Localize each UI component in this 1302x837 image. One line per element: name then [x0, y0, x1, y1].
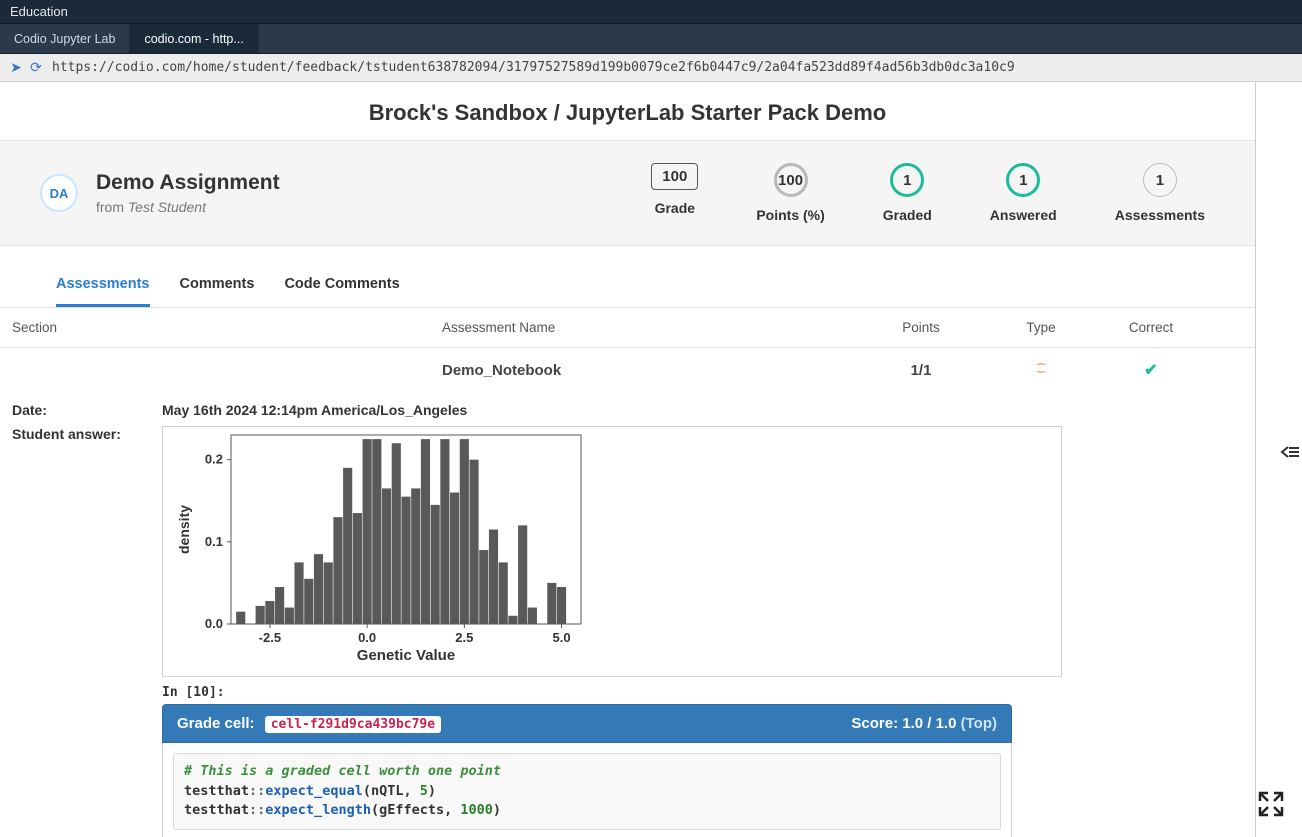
window-title-bar: Education	[0, 0, 1302, 24]
address-bar: ➤ ⟳ https://codio.com/home/student/feedb…	[0, 54, 1302, 82]
assessment-name: Demo_Notebook	[442, 362, 861, 379]
tab-code-comments[interactable]: Code Comments	[284, 276, 399, 307]
assessment-type	[981, 360, 1101, 380]
col-name: Assessment Name	[442, 320, 861, 335]
svg-text:0.2: 0.2	[205, 452, 223, 467]
table-header: Section Assessment Name Points Type Corr…	[0, 308, 1255, 348]
svg-text:2.5: 2.5	[455, 630, 473, 645]
density-histogram: 0.0 0.1 0.2 -2.5 0.0 2.5 5.0 density Genetic Val…	[173, 431, 593, 666]
svg-text:density: density	[176, 505, 192, 554]
browser-tab-bar: Codio Jupyter Lab codio.com - http...	[0, 24, 1302, 54]
svg-text:0.0: 0.0	[358, 630, 376, 645]
code-content: # This is a graded cell worth one point …	[173, 753, 1001, 830]
assessment-points: 1/1	[861, 362, 981, 379]
jupyter-icon	[1033, 360, 1049, 376]
stat-graded: 1 Graded	[883, 163, 932, 223]
tab-comments[interactable]: Comments	[180, 276, 255, 307]
col-section: Section	[12, 320, 442, 335]
reload-icon[interactable]: ⟳	[26, 59, 46, 76]
browser-tab[interactable]: codio.com - http...	[130, 24, 258, 53]
browser-tab[interactable]: Codio Jupyter Lab	[0, 24, 130, 53]
cell-id: cell-f291d9ca439bc79e	[265, 716, 441, 733]
date-value: May 16th 2024 12:14pm America/Los_Angele…	[162, 402, 1197, 418]
code-block: # This is a graded cell worth one point …	[162, 743, 1012, 837]
assignment-subtitle: from Test Student	[96, 199, 516, 215]
url-field[interactable]: https://codio.com/home/student/feedback/…	[46, 60, 1296, 75]
page-content: Brock's Sandbox / JupyterLab Starter Pac…	[0, 82, 1256, 837]
date-label: Date:	[12, 402, 162, 418]
check-icon: ✔	[1144, 362, 1157, 379]
stat-grade: 100 Grade	[651, 163, 698, 223]
grade-cell-header: Grade cell: cell-f291d9ca439bc79e Score:…	[162, 704, 1012, 743]
content-tabs: Assessments Comments Code Comments	[0, 246, 1255, 308]
col-points: Points	[861, 320, 981, 335]
panel-collapse-handle[interactable]	[1278, 442, 1302, 462]
fullscreen-button[interactable]	[1258, 791, 1284, 817]
assignment-summary: DA Demo Assignment from Test Student 100…	[0, 140, 1255, 246]
col-correct: Correct	[1101, 320, 1201, 335]
tab-assessments[interactable]: Assessments	[56, 276, 150, 307]
svg-text:0.1: 0.1	[205, 534, 223, 549]
avatar: DA	[40, 174, 78, 212]
svg-text:Genetic Value: Genetic Value	[357, 647, 455, 664]
stat-answered: 1 Answered	[990, 163, 1057, 223]
stat-assessments: 1 Assessments	[1115, 163, 1205, 223]
svg-text:0.0: 0.0	[205, 616, 223, 631]
student-name: Test Student	[128, 199, 206, 215]
cell-score: Score: 1.0 / 1.0 (Top)	[851, 715, 997, 732]
cell-in-label: In [10]:	[162, 685, 1197, 700]
table-row[interactable]: Demo_Notebook 1/1 ✔	[0, 348, 1255, 392]
chart: 0.0 0.1 0.2 -2.5 0.0 2.5 5.0 density Genetic Val…	[162, 426, 1062, 677]
svg-text:5.0: 5.0	[553, 630, 571, 645]
page-title: Brock's Sandbox / JupyterLab Starter Pac…	[0, 82, 1255, 140]
assignment-title: Demo Assignment	[96, 171, 516, 195]
answer-label: Student answer:	[12, 426, 162, 442]
nav-arrow-icon[interactable]: ➤	[6, 59, 26, 76]
window-title: Education	[10, 4, 68, 19]
svg-text:-2.5: -2.5	[259, 630, 281, 645]
col-type: Type	[981, 320, 1101, 335]
stat-points: 100 Points (%)	[756, 163, 824, 223]
assessment-correct: ✔	[1101, 360, 1201, 380]
